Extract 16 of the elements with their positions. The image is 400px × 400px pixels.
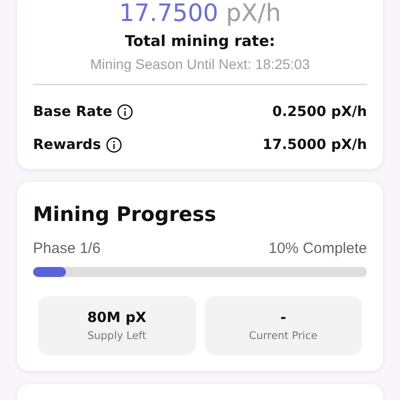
- countdown-text: Mining Season Until Next: 18:25:03: [90, 56, 310, 72]
- card-title: Mining Progress: [33, 202, 218, 226]
- total-rate-title: Total mining rate:: [124, 32, 276, 50]
- stat-value: 80M pX: [87, 310, 146, 326]
- complete-text: 10% Complete: [268, 240, 367, 257]
- rate-label: Base Rate: [33, 104, 112, 120]
- stat-label: Current Price: [249, 330, 318, 342]
- info-icon[interactable]: [117, 104, 134, 120]
- total-rate-value: 17.7500 pX/h: [119, 0, 281, 26]
- phase-text: Phase 1/6: [33, 240, 101, 257]
- rate-value: 0.2500 pX/h: [272, 104, 367, 120]
- rate-value: 17.5000 pX/h: [262, 136, 367, 152]
- info-icon[interactable]: [106, 136, 122, 152]
- rate-label: Rewards: [33, 136, 101, 152]
- stat-value: -: [280, 310, 286, 326]
- stat-label: Supply Left: [87, 330, 146, 342]
